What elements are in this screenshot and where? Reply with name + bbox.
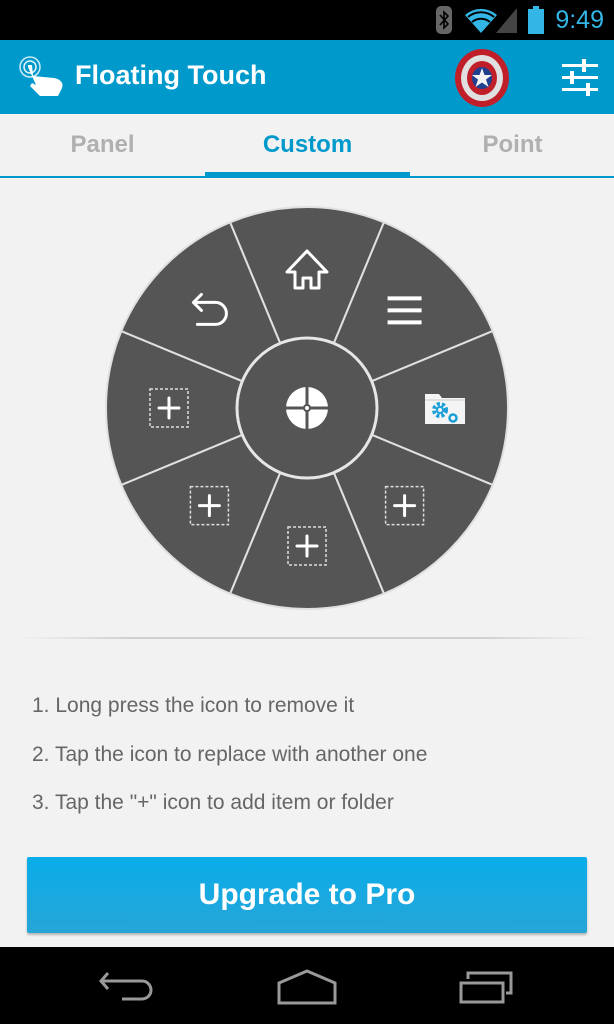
back-nav-icon[interactable]: [98, 969, 158, 1005]
status-bar: 9:49: [0, 0, 614, 40]
captain-america-shield-icon: [455, 49, 509, 107]
battery-icon: [528, 6, 544, 34]
tab-bar: Panel Custom Point: [0, 114, 614, 178]
action-bar: Floating Touch: [0, 40, 614, 114]
instruction-1: 1. Long press the icon to remove it: [32, 694, 355, 717]
tab-panel[interactable]: Panel: [0, 114, 205, 176]
navigation-bar: [0, 947, 614, 1024]
theme-button[interactable]: [452, 48, 512, 108]
instruction-2: 2. Tap the icon to replace with another …: [32, 743, 428, 766]
divider: [20, 637, 594, 639]
instruction-3: 3. Tap the "+" icon to add item or folde…: [32, 791, 394, 814]
signal-icon: [496, 8, 517, 33]
upgrade-to-pro-button[interactable]: Upgrade to Pro: [27, 857, 587, 933]
settings-folder-icon: [425, 394, 465, 424]
app-title: Floating Touch: [75, 60, 267, 90]
sliders-icon: [562, 59, 598, 96]
settings-button[interactable]: [556, 56, 604, 100]
custom-wheel: [105, 206, 509, 610]
home-nav-icon[interactable]: [276, 969, 338, 1005]
clock: 9:49: [555, 6, 604, 34]
wifi-icon: [465, 8, 497, 34]
floating-touch-center-icon: [286, 387, 328, 429]
tab-point[interactable]: Point: [410, 114, 614, 176]
touch-hand-icon: [19, 56, 63, 96]
recents-nav-icon[interactable]: [458, 969, 518, 1005]
tab-custom[interactable]: Custom: [205, 114, 410, 178]
bluetooth-icon: [436, 6, 452, 34]
